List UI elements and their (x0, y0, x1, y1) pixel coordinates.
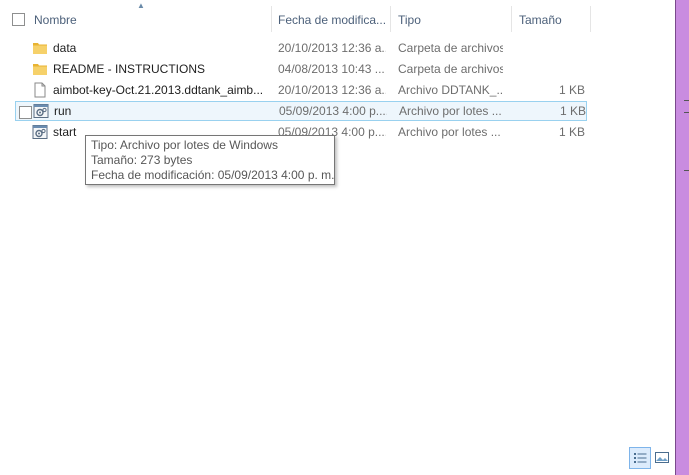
file-date: 04/08/2013 10:43 ... (278, 62, 385, 76)
file-size: 1 KB (558, 125, 585, 139)
edge-mark (684, 100, 689, 101)
edge-mark (684, 170, 689, 171)
file-type: Archivo DDTANK_... (398, 83, 503, 97)
edge-mark (684, 112, 689, 113)
file-name: README - INSTRUCTIONS (53, 62, 206, 76)
folder-icon (32, 40, 48, 56)
file-type: Carpeta de archivos (398, 41, 503, 55)
file-type: Archivo por lotes ... (398, 125, 501, 139)
column-divider[interactable] (590, 6, 591, 32)
file-size: 1 KB (558, 83, 585, 97)
column-header-size[interactable]: Tamaño (519, 11, 585, 29)
window-border-edge (675, 0, 676, 475)
column-header-type[interactable]: Tipo (398, 11, 504, 29)
row-checkbox[interactable] (19, 106, 32, 119)
file-date: 20/10/2013 12:36 a... (278, 83, 386, 97)
column-header-name[interactable]: Nombre (34, 11, 264, 29)
file-row-aimbot-key[interactable]: aimbot-key-Oct.21.2013.ddtank_aimb... 20… (15, 80, 587, 100)
large-icons-view-icon (655, 452, 669, 463)
file-type: Carpeta de archivos (398, 62, 503, 76)
tooltip-size: Tamaño: 273 bytes (91, 153, 193, 167)
file-name: data (53, 41, 77, 55)
column-header: ▲ Nombre Fecha de modifica... Tipo Tamañ… (0, 0, 675, 34)
file-info-tooltip: Tipo: Archivo por lotes de Windows Tamañ… (85, 135, 335, 185)
file-date: 20/10/2013 12:36 a... (278, 41, 386, 55)
file-name: aimbot-key-Oct.21.2013.ddtank_aimb... (53, 83, 264, 97)
tooltip-type: Tipo: Archivo por lotes de Windows (91, 138, 278, 152)
file-row-readme[interactable]: README - INSTRUCTIONS 04/08/2013 10:43 .… (15, 59, 587, 79)
file-size: 1 KB (559, 104, 586, 118)
column-header-date[interactable]: Fecha de modifica... (278, 11, 386, 29)
file-row-run[interactable]: run 05/09/2013 4:00 p.... Archivo por lo… (15, 101, 587, 121)
file-size (513, 38, 585, 58)
file-row-data[interactable]: data 20/10/2013 12:36 a... Carpeta de ar… (15, 38, 587, 58)
batch-file-icon (32, 124, 48, 140)
window-border (675, 0, 689, 475)
file-list-pane: ▲ Nombre Fecha de modifica... Tipo Tamañ… (0, 0, 675, 475)
file-icon (32, 82, 48, 98)
details-view-button[interactable] (629, 447, 651, 469)
column-divider[interactable] (511, 6, 512, 32)
column-divider[interactable] (390, 6, 391, 32)
details-view-icon (634, 453, 647, 463)
file-date: 05/09/2013 4:00 p.... (279, 104, 387, 118)
large-icons-view-button[interactable] (652, 447, 674, 469)
sort-ascending-icon: ▲ (137, 1, 145, 10)
file-type: Archivo por lotes ... (399, 104, 502, 118)
select-all-checkbox[interactable] (12, 13, 25, 26)
tooltip-date: Fecha de modificación: 05/09/2013 4:00 p… (91, 168, 335, 182)
column-divider[interactable] (271, 6, 272, 32)
folder-icon (32, 61, 48, 77)
file-size (513, 59, 585, 79)
file-name: run (54, 104, 72, 118)
batch-file-icon (33, 103, 49, 119)
